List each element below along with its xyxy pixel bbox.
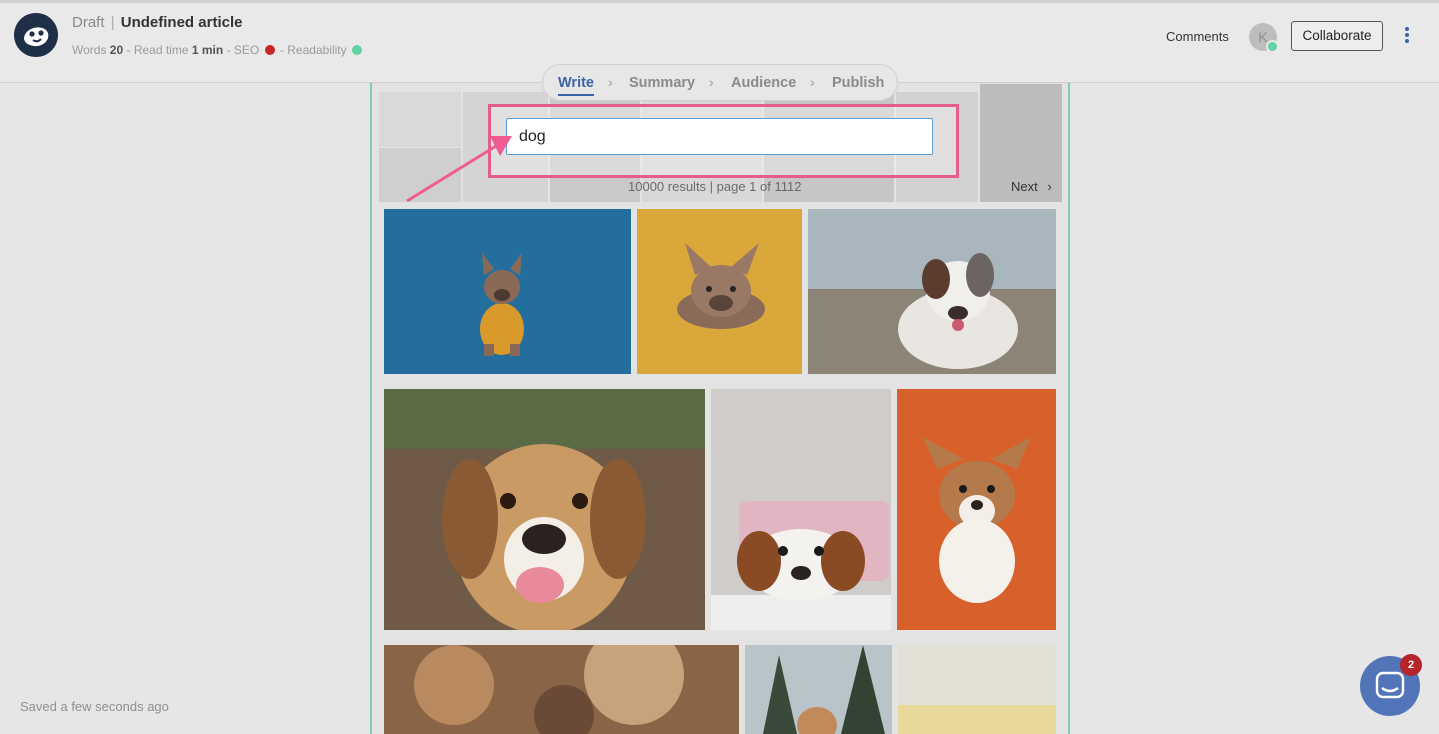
seo-label: - SEO — [226, 43, 260, 57]
read-time-value: 1 min — [191, 43, 224, 57]
user-avatar[interactable]: K — [1249, 23, 1279, 53]
dog-photo-beagle[interactable] — [384, 389, 705, 630]
online-status-icon — [1266, 40, 1279, 53]
words-count: 20 — [109, 43, 124, 57]
words-label: Words — [72, 43, 107, 57]
save-status: Saved a few seconds ago — [20, 699, 169, 714]
title-separator: | — [110, 14, 115, 31]
workflow-stepper: Write › Summary › Audience › Publish — [542, 64, 898, 101]
chevron-right-icon: › — [709, 74, 714, 90]
next-page-button[interactable]: Next › — [1011, 179, 1052, 194]
step-write[interactable]: Write — [558, 75, 594, 96]
document-title-line: Draft | Undefined article — [72, 14, 242, 31]
results-count: 10000 results | page 1 of 1112 — [628, 179, 802, 194]
image-search-input[interactable] — [506, 118, 933, 155]
dog-photo-blurred-bokeh[interactable] — [384, 645, 739, 734]
collaborate-button[interactable]: Collaborate — [1291, 21, 1383, 51]
chevron-right-icon: › — [810, 74, 815, 90]
dog-photo-forest[interactable] — [745, 645, 892, 734]
dog-photo-cavalier-puppy[interactable] — [711, 389, 891, 630]
dog-photo-french-bulldog-yellow[interactable] — [637, 209, 802, 374]
step-summary[interactable]: Summary — [629, 75, 695, 91]
article-title[interactable]: Undefined article — [121, 14, 243, 31]
annotation-arrow-icon — [406, 136, 512, 203]
draft-status: Draft — [72, 14, 105, 31]
comments-button[interactable]: Comments — [1166, 29, 1229, 44]
document-meta: Words 20 - Read time 1 min - SEO - Reada… — [72, 43, 364, 57]
readability-status-dot-icon — [351, 45, 362, 55]
chat-unread-badge: 2 — [1400, 654, 1422, 676]
step-publish[interactable]: Publish — [832, 75, 884, 91]
chevron-right-icon: › — [608, 74, 613, 90]
chevron-right-icon: › — [1047, 179, 1052, 194]
dog-photo-corgi-puppy[interactable] — [897, 389, 1056, 630]
dog-photo-australian-shepherd[interactable] — [808, 209, 1056, 374]
read-time-label: - Read time — [126, 43, 189, 57]
sloth-logo-icon[interactable] — [14, 13, 58, 57]
next-label: Next — [1011, 179, 1038, 194]
readability-label: - Readability — [279, 43, 347, 57]
step-audience[interactable]: Audience — [731, 75, 796, 91]
seo-status-dot-icon — [264, 45, 275, 55]
dog-photo-sunset[interactable] — [898, 645, 1056, 734]
dog-photo-french-bulldog-blue[interactable] — [384, 209, 631, 374]
more-options-icon[interactable] — [1400, 25, 1414, 49]
